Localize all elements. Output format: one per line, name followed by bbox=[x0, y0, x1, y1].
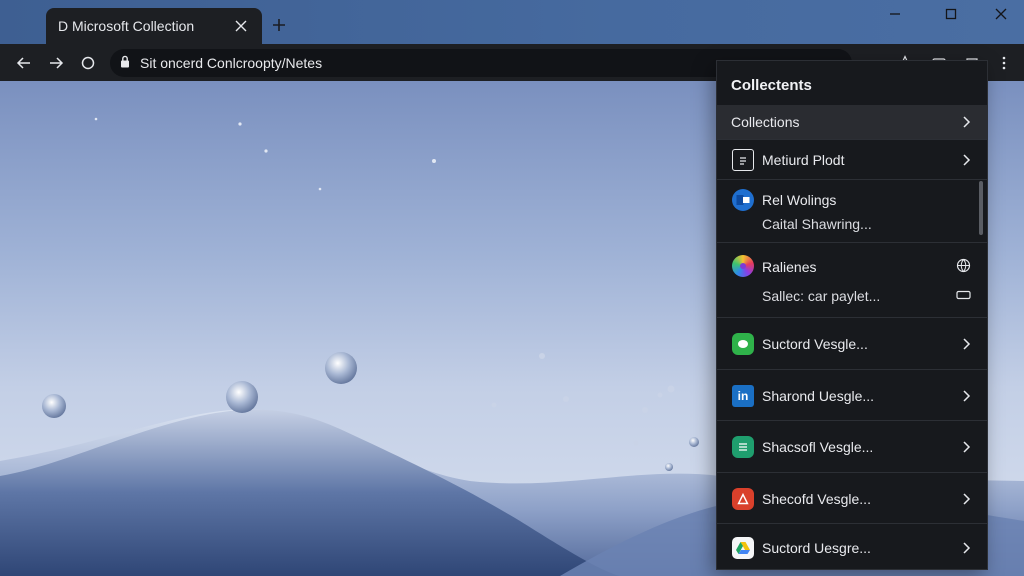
close-tab-icon[interactable] bbox=[232, 17, 250, 35]
chevron-right-icon bbox=[963, 390, 971, 402]
collection-item-label: Suctord Uesgre... bbox=[762, 540, 871, 556]
panel-scrollbar[interactable] bbox=[979, 181, 983, 235]
more-options-icon[interactable] bbox=[993, 52, 1015, 74]
chevron-right-icon bbox=[963, 116, 971, 128]
refresh-icon[interactable] bbox=[75, 50, 101, 76]
linkedin-icon: in bbox=[732, 385, 754, 407]
globe-icon[interactable] bbox=[956, 258, 971, 273]
title-bar: D Microsoft Collection bbox=[0, 0, 1024, 44]
collections-panel: Collectents Collections Metiurd Plodt Re… bbox=[716, 60, 988, 570]
collection-item[interactable]: Shacsofl Vesgle... bbox=[717, 420, 987, 472]
collection-item-label: Shecofd Vesgle... bbox=[762, 491, 871, 507]
collection-item[interactable]: Suctord Vesgle... bbox=[717, 317, 987, 369]
chevron-right-icon bbox=[963, 154, 971, 166]
close-window-icon[interactable] bbox=[978, 2, 1024, 26]
panel-title: Collectents bbox=[731, 77, 812, 94]
sheets-icon bbox=[732, 436, 754, 458]
chevron-right-icon bbox=[963, 493, 971, 505]
chat-icon bbox=[732, 333, 754, 355]
back-arrow-icon[interactable] bbox=[11, 50, 37, 76]
acrobat-icon bbox=[732, 488, 754, 510]
collection-item-subtitle: Sallec: car paylet... bbox=[762, 288, 881, 304]
rectangle-icon[interactable] bbox=[956, 290, 971, 300]
collection-item-label: Sharond Uesgle... bbox=[762, 388, 875, 404]
lock-icon bbox=[120, 55, 130, 71]
collection-item-label: Shacsofl Vesgle... bbox=[762, 439, 874, 455]
collections-header-label: Collections bbox=[731, 114, 800, 130]
collection-item-label: Metiurd Plodt bbox=[762, 152, 845, 168]
collection-item-label: Suctord Vesgle... bbox=[762, 336, 868, 352]
collection-item-label: Ralienes bbox=[762, 259, 817, 275]
collection-item[interactable]: Suctord Uesgre... bbox=[717, 523, 987, 569]
chevron-right-icon bbox=[963, 441, 971, 453]
address-url: Sit oncerd Conlcroopty/Netes bbox=[140, 55, 323, 71]
forward-arrow-icon[interactable] bbox=[43, 50, 69, 76]
chevron-right-icon bbox=[963, 542, 971, 554]
maximize-icon[interactable] bbox=[928, 2, 974, 26]
collection-item-subtitle: Caital Shawring... bbox=[762, 216, 872, 232]
collection-item-label: Rel Wolings bbox=[762, 192, 837, 208]
collection-item[interactable]: in Sharond Uesgle... bbox=[717, 369, 987, 420]
drive-icon bbox=[732, 537, 754, 559]
collections-header-row[interactable]: Collections bbox=[717, 105, 987, 139]
tab-title: D Microsoft Collection bbox=[58, 18, 195, 34]
outlook-icon bbox=[732, 189, 754, 211]
collection-item[interactable]: Ralienes Sallec: car paylet... bbox=[717, 242, 987, 317]
collection-item[interactable]: Shecofd Vesgle... bbox=[717, 472, 987, 523]
collection-item[interactable]: Metiurd Plodt bbox=[717, 139, 987, 179]
collection-item[interactable]: Rel Wolings Caital Shawring... bbox=[717, 179, 987, 242]
clipboard-icon bbox=[732, 149, 754, 171]
color-wheel-icon bbox=[732, 255, 754, 277]
minimize-icon[interactable] bbox=[872, 2, 918, 26]
new-tab-icon[interactable] bbox=[268, 14, 290, 36]
chevron-right-icon bbox=[963, 338, 971, 350]
browser-tab[interactable]: D Microsoft Collection bbox=[46, 8, 262, 44]
